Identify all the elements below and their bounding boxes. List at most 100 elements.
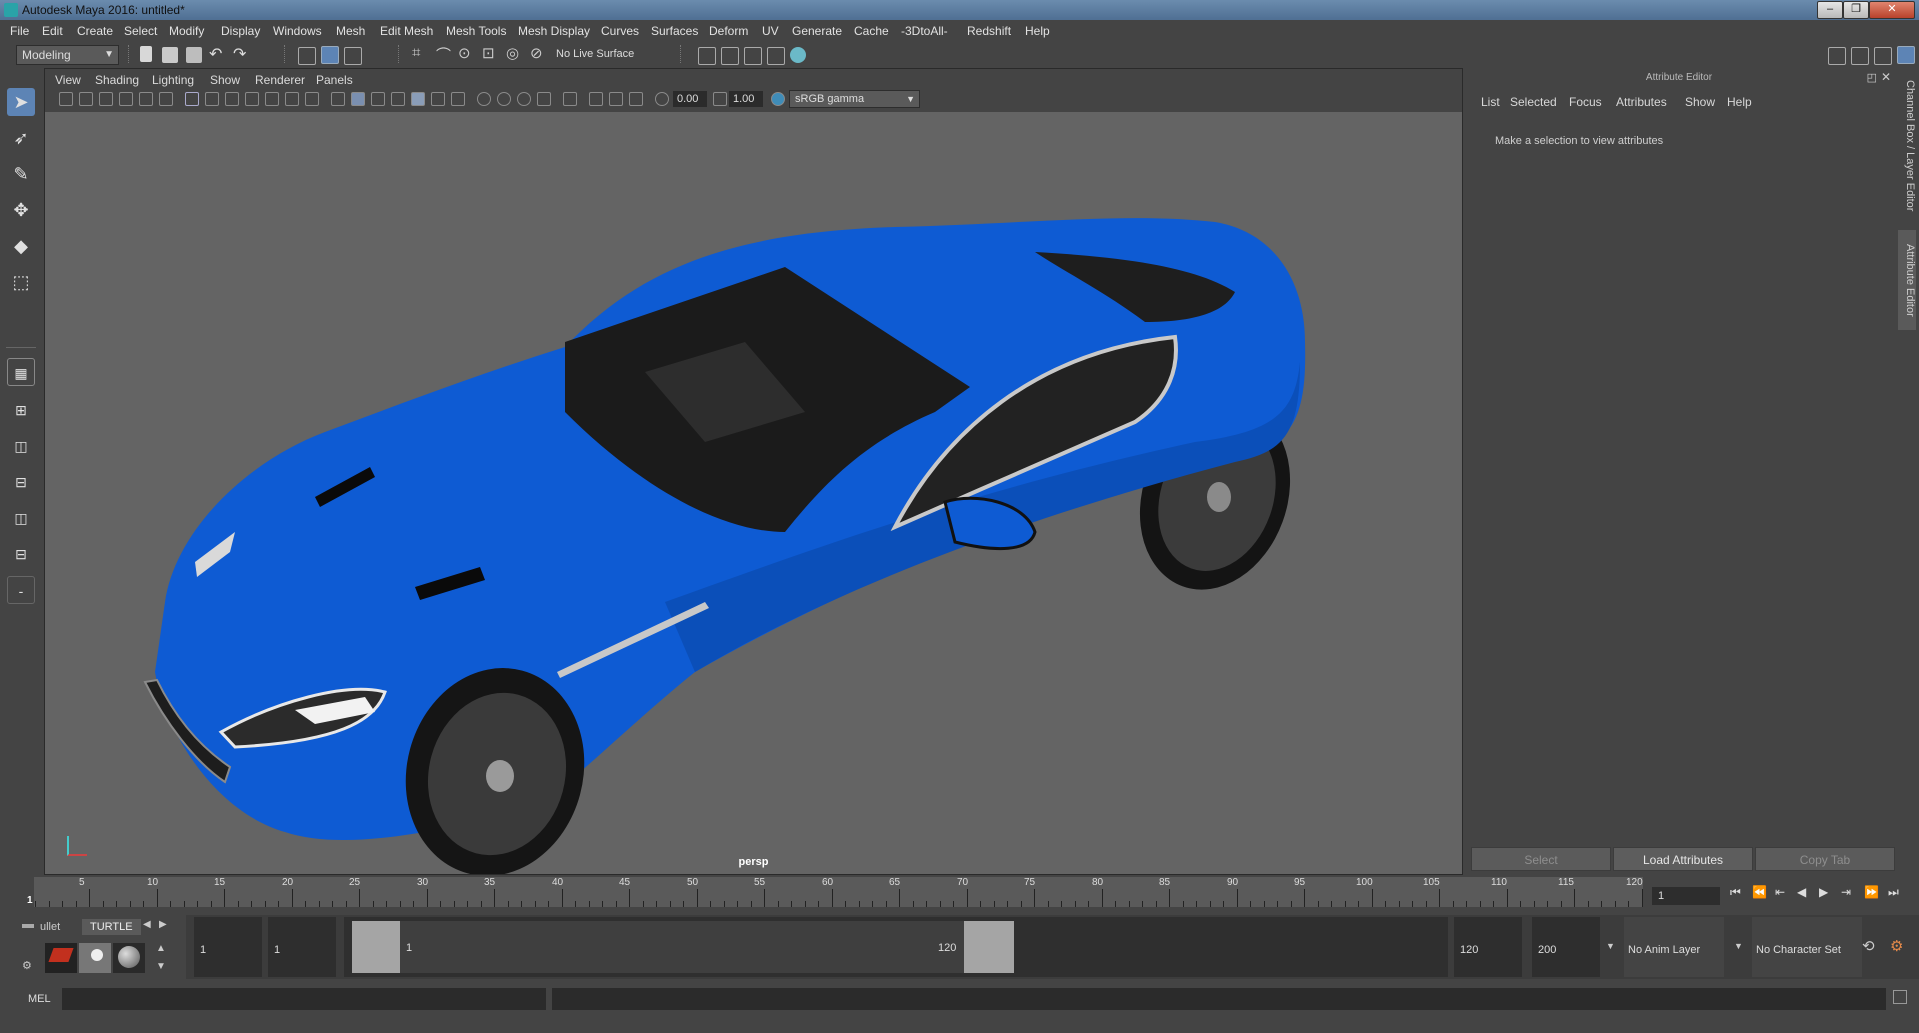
menu-display[interactable]: Display [221, 24, 260, 38]
attr-menu-help[interactable]: Help [1727, 95, 1752, 109]
open-scene-icon[interactable] [162, 47, 178, 63]
go-to-start-icon[interactable]: ⏮ [1730, 885, 1741, 900]
range-slider[interactable]: 1 120 [344, 917, 1448, 977]
menu-uv[interactable]: UV [762, 24, 779, 38]
multisample-aa-icon[interactable] [517, 92, 531, 106]
menu-modify[interactable]: Modify [169, 24, 204, 38]
safe-action-icon[interactable] [285, 92, 299, 106]
playback-start-field[interactable]: 1 [268, 917, 336, 977]
snap-curve-icon[interactable]: ⌒ [436, 44, 451, 65]
select-by-component-icon[interactable] [344, 47, 362, 65]
chevron-down-icon[interactable]: ▼ [1734, 941, 1743, 951]
motion-blur-icon[interactable] [497, 92, 511, 106]
step-back-key-icon[interactable]: ⇤ [1775, 885, 1785, 899]
image-plane-icon[interactable] [119, 92, 133, 106]
use-default-material-icon[interactable] [371, 92, 385, 106]
playback-end-field[interactable]: 120 [1454, 917, 1522, 977]
go-to-end-icon[interactable]: ⏭ [1888, 885, 1899, 900]
attr-menu-attributes[interactable]: Attributes [1616, 95, 1667, 109]
redo-icon[interactable]: ↷ [233, 44, 246, 64]
menu-cache[interactable]: Cache [854, 24, 889, 38]
select-button[interactable]: Select [1471, 847, 1611, 871]
script-language-toggle[interactable]: MEL [28, 993, 51, 1005]
character-set-dropdown[interactable]: No Character Set [1752, 917, 1862, 977]
step-forward-frame-icon[interactable]: ⏩ [1864, 885, 1879, 899]
menu-edit-mesh[interactable]: Edit Mesh [380, 24, 433, 38]
menu-help[interactable]: Help [1025, 24, 1050, 38]
tab-channel-box-layer-editor[interactable]: Channel Box / Layer Editor [1898, 76, 1916, 216]
time-ruler[interactable]: 5 10 15 20 25 30 35 40 45 50 55 60 65 70 75 80 85 90 95 100… [34, 877, 1643, 907]
menu-windows[interactable]: Windows [273, 24, 322, 38]
auto-key-icon[interactable]: ⟲ [1862, 937, 1875, 955]
gate-mask-icon[interactable] [245, 92, 259, 106]
snap-surface-icon[interactable]: ⊘ [530, 44, 543, 62]
step-back-frame-icon[interactable]: ⏪ [1752, 885, 1767, 899]
range-slider-track[interactable] [352, 921, 1014, 973]
chevron-down-icon[interactable]: ▼ [1606, 941, 1615, 951]
shelf-scene-icon[interactable] [79, 943, 111, 973]
play-backwards-icon[interactable]: ◀ [1797, 885, 1806, 899]
menu-mesh-tools[interactable]: Mesh Tools [446, 24, 506, 38]
render-settings-icon[interactable] [767, 47, 785, 65]
hypershade-icon[interactable] [790, 47, 806, 63]
scale-tool-icon[interactable]: ⬚ [7, 268, 35, 296]
make-live-icon[interactable]: ◎ [506, 44, 519, 62]
snap-view-plane-icon[interactable]: ⊡ [482, 44, 495, 62]
save-scene-icon[interactable] [186, 47, 202, 63]
tab-attribute-editor[interactable]: Attribute Editor [1898, 230, 1916, 330]
3d-viewport[interactable]: persp [45, 112, 1462, 874]
undo-icon[interactable]: ↶ [209, 44, 222, 64]
smooth-shade-icon[interactable] [351, 92, 365, 106]
anim-layer-dropdown[interactable]: No Anim Layer [1624, 917, 1724, 977]
animation-end-field[interactable]: 200 [1532, 917, 1600, 977]
single-pane-layout-icon[interactable]: ▦ [7, 358, 35, 386]
grid-icon[interactable] [185, 92, 199, 106]
film-gate-icon[interactable] [205, 92, 219, 106]
ipr-render-icon[interactable] [744, 47, 762, 65]
menu-file[interactable]: File [10, 24, 29, 38]
move-tool-icon[interactable]: ✥ [7, 196, 35, 224]
modeling-toolkit-icon[interactable] [1828, 47, 1846, 65]
depth-of-field-icon[interactable] [537, 92, 551, 106]
render-frame-icon[interactable] [721, 47, 739, 65]
gamma-icon[interactable] [713, 92, 727, 106]
channel-box-toggle-icon[interactable] [1897, 46, 1915, 64]
minimize-icon[interactable]: – [1817, 1, 1843, 19]
range-start-handle[interactable] [352, 921, 400, 973]
shelf-sphere-icon[interactable] [113, 943, 145, 973]
animation-preferences-icon[interactable]: ⚙ [1890, 937, 1903, 955]
menu-deform[interactable]: Deform [709, 24, 748, 38]
viewport-menu-show[interactable]: Show [210, 73, 240, 87]
new-scene-icon[interactable] [140, 46, 152, 62]
menu-generate[interactable]: Generate [792, 24, 842, 38]
shelf-scroll-right-icon[interactable]: ▶ [159, 919, 167, 930]
maximize-icon[interactable]: ❐ [1843, 1, 1869, 19]
range-end-handle[interactable] [964, 921, 1014, 973]
wireframe-on-shaded-icon[interactable] [391, 92, 405, 106]
hypershade-layout-icon[interactable]: ⊟ [7, 540, 35, 568]
shelf-scroll-up-icon[interactable]: ▲ [156, 943, 166, 954]
menu-set-selector[interactable]: Modeling ▼ [16, 45, 119, 65]
shelf-scroll-left-icon[interactable]: ◀ [143, 919, 151, 930]
safe-title-icon[interactable] [305, 92, 319, 106]
tool-settings-icon[interactable] [1874, 47, 1892, 65]
copy-tab-button[interactable]: Copy Tab [1755, 847, 1895, 871]
shelf-tab-turtle[interactable]: TURTLE [82, 919, 141, 935]
grease-pencil-icon[interactable] [159, 92, 173, 106]
xray-joints-icon[interactable] [629, 92, 643, 106]
shelf-scroll-down-icon[interactable]: ▼ [156, 961, 166, 972]
menu-mesh[interactable]: Mesh [336, 24, 365, 38]
menu-curves[interactable]: Curves [601, 24, 639, 38]
float-panel-icon[interactable]: ◰ [1867, 71, 1877, 84]
step-forward-key-icon[interactable]: ⇥ [1841, 885, 1851, 899]
select-tool-icon[interactable]: ➤ [7, 88, 35, 116]
viewport-menu-lighting[interactable]: Lighting [152, 73, 194, 87]
layout-options-icon[interactable]: - [7, 576, 35, 604]
xray-icon[interactable] [589, 92, 603, 106]
animation-start-field[interactable]: 1 [194, 917, 262, 977]
menu-mesh-display[interactable]: Mesh Display [518, 24, 590, 38]
screen-space-ao-icon[interactable] [477, 92, 491, 106]
menu-edit[interactable]: Edit [42, 24, 63, 38]
rotate-tool-icon[interactable]: ◆ [7, 232, 35, 260]
menu-select[interactable]: Select [124, 24, 157, 38]
